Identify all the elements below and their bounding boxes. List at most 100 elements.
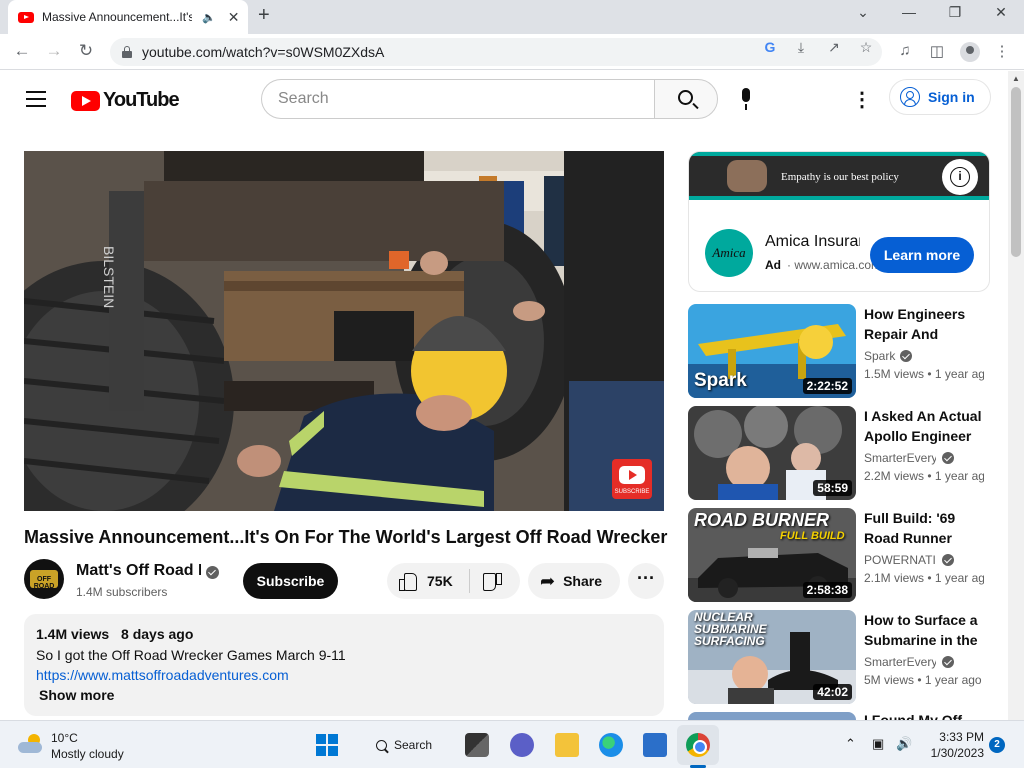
sign-in-label: Sign in bbox=[928, 89, 975, 105]
weather-icon[interactable] bbox=[18, 733, 44, 755]
ad-card[interactable]: Empathy is our best policy i Amica Amica… bbox=[688, 151, 990, 292]
volume-icon[interactable]: 🔊 bbox=[896, 736, 912, 752]
learn-more-button[interactable]: Learn more bbox=[870, 237, 974, 273]
channel-avatar[interactable]: OFF ROAD bbox=[24, 559, 64, 599]
related-video[interactable]: I Found My Off bbox=[688, 712, 1008, 720]
view-count: 1.4M views bbox=[36, 626, 110, 642]
related-title[interactable]: How Engineers Repair And Maintain bbox=[864, 304, 984, 344]
close-tab-icon[interactable]: ✕ bbox=[228, 9, 240, 26]
ad-logo[interactable]: Amica bbox=[705, 229, 753, 277]
related-video[interactable]: 58:59 I Asked An Actual Apollo Engineer … bbox=[688, 406, 1008, 500]
clock-time[interactable]: 3:33 PM bbox=[934, 730, 984, 744]
url-text[interactable]: youtube.com/watch?v=s0WSM0ZXdsA bbox=[142, 44, 384, 60]
browser-tab[interactable]: Massive Announcement...It's On For The W… bbox=[8, 0, 248, 34]
reload-icon[interactable]: ↻ bbox=[75, 41, 97, 61]
google-lens-icon[interactable]: G bbox=[760, 39, 780, 55]
restore-icon[interactable]: ❐ bbox=[945, 4, 965, 21]
related-meta: 2.1M views • 1 year ago bbox=[864, 571, 984, 585]
store-icon[interactable] bbox=[643, 733, 667, 757]
scroll-up-icon[interactable]: ▲ bbox=[1012, 74, 1020, 83]
screen: Massive Announcement...It's On For The W… bbox=[0, 0, 1024, 768]
verified-check-icon bbox=[942, 452, 954, 464]
more-actions-button[interactable]: ··· bbox=[628, 563, 664, 599]
related-thumbnail[interactable]: NUCLEAR SUBMARINE SURFACING 42:02 bbox=[688, 610, 856, 704]
related-channel[interactable]: SmarterEveryDay bbox=[864, 451, 936, 465]
chrome-icon[interactable] bbox=[686, 733, 710, 757]
youtube-logo[interactable]: YouTube bbox=[71, 89, 180, 112]
share-button[interactable]: ➦ Share bbox=[528, 563, 620, 599]
youtube-header: YouTube ⋮ Sign in bbox=[0, 71, 1008, 127]
network-icon[interactable]: ▣ bbox=[872, 736, 884, 752]
back-icon[interactable]: ← bbox=[11, 41, 33, 61]
hamburger-menu-icon[interactable] bbox=[26, 91, 46, 107]
voice-search-icon[interactable] bbox=[738, 88, 754, 112]
video-player[interactable]: BILSTEIN SUBSCRIBE bbox=[24, 151, 664, 511]
windows-start-icon[interactable] bbox=[316, 734, 338, 756]
thumbnail-overlay-text: NUCLEAR SUBMARINE SURFACING bbox=[694, 610, 767, 648]
related-thumbnail[interactable] bbox=[688, 712, 856, 720]
search-button[interactable] bbox=[654, 79, 718, 119]
verified-check-icon bbox=[900, 350, 912, 362]
related-video[interactable]: Spark 2:22:52 How Engineers Repair And M… bbox=[688, 304, 1008, 398]
task-view-icon[interactable] bbox=[465, 733, 489, 757]
ad-subline: Ad · www.amica.com bbox=[765, 258, 881, 272]
install-icon[interactable]: ⤓ bbox=[791, 39, 811, 56]
share-icon[interactable]: ↗ bbox=[824, 39, 844, 56]
related-title[interactable]: I Asked An Actual Apollo Engineer bbox=[864, 406, 984, 446]
sign-in-button[interactable]: Sign in bbox=[889, 79, 991, 115]
related-video[interactable]: ROAD BURNER FULL BUILD 2:58:38 Full Buil… bbox=[688, 508, 1008, 602]
new-tab-icon[interactable]: + bbox=[258, 4, 270, 27]
bookmark-star-icon[interactable]: ☆ bbox=[856, 39, 876, 56]
tray-chevron-icon[interactable]: ⌃ bbox=[845, 736, 856, 752]
related-channel[interactable]: SmarterEveryDay bbox=[864, 655, 936, 669]
related-thumbnail[interactable]: Spark 2:22:52 bbox=[688, 304, 856, 398]
ad-label: Ad bbox=[765, 258, 781, 272]
file-explorer-icon[interactable] bbox=[555, 733, 579, 757]
media-icon[interactable]: ♫ bbox=[895, 42, 915, 59]
like-button[interactable]: 75K bbox=[387, 563, 469, 599]
chat-icon[interactable] bbox=[510, 733, 534, 757]
minimize-icon[interactable]: — bbox=[899, 4, 919, 20]
related-channel[interactable]: Spark bbox=[864, 349, 964, 363]
page-scrollbar[interactable]: ▲ bbox=[1008, 71, 1024, 720]
related-channel[interactable]: POWERNATION bbox=[864, 553, 936, 567]
thumb-up-icon bbox=[399, 572, 417, 591]
clock-date[interactable]: 1/30/2023 bbox=[924, 746, 984, 760]
related-title[interactable]: I Found My Off bbox=[864, 712, 984, 720]
side-panel-icon[interactable]: ◫ bbox=[927, 42, 947, 60]
taskbar-search-button[interactable]: Search bbox=[364, 729, 444, 761]
related-views: 2.2M views bbox=[864, 469, 925, 483]
settings-menu-icon[interactable]: ⋮ bbox=[852, 87, 872, 112]
scroll-thumb[interactable] bbox=[1011, 87, 1021, 257]
description-box[interactable]: 1.4M views 8 days ago So I got the Off R… bbox=[24, 614, 664, 716]
tab-search-icon[interactable]: ⌄ bbox=[853, 4, 873, 21]
related-thumbnail[interactable]: ROAD BURNER FULL BUILD 2:58:38 bbox=[688, 508, 856, 602]
temperature[interactable]: 10°C bbox=[51, 731, 78, 745]
edge-icon[interactable] bbox=[599, 733, 623, 757]
ad-info-button[interactable]: i bbox=[942, 159, 978, 195]
subscribe-button[interactable]: Subscribe bbox=[243, 563, 338, 599]
lock-icon[interactable] bbox=[122, 46, 132, 58]
verified-check-icon bbox=[206, 566, 219, 579]
related-title[interactable]: How to Surface a Submarine in the Arctic bbox=[864, 610, 984, 650]
related-meta-separator: • bbox=[924, 571, 935, 585]
forward-icon[interactable]: → bbox=[43, 41, 65, 61]
channel-name[interactable]: Matt's Off Road Recovery bbox=[76, 562, 201, 580]
related-thumbnail[interactable]: 58:59 bbox=[688, 406, 856, 500]
dislike-button[interactable] bbox=[470, 563, 520, 599]
notification-badge[interactable]: 2 bbox=[989, 737, 1005, 753]
description-text: So I got the Off Road Wrecker Games Marc… bbox=[36, 647, 346, 663]
youtube-play-icon bbox=[71, 90, 100, 111]
related-video[interactable]: NUCLEAR SUBMARINE SURFACING 42:02 How to… bbox=[688, 610, 1008, 704]
description-link[interactable]: https://www.mattsoffroadadventures.com bbox=[36, 667, 652, 683]
ad-advertiser-name[interactable]: Amica Insurance bbox=[765, 233, 860, 251]
close-window-icon[interactable]: ✕ bbox=[991, 4, 1011, 21]
search-input[interactable] bbox=[261, 79, 655, 119]
show-more-button[interactable]: Show more bbox=[39, 687, 652, 703]
weather-condition[interactable]: Mostly cloudy bbox=[51, 747, 124, 761]
related-title[interactable]: Full Build: '69 Road Runner bbox=[864, 508, 984, 548]
video-duration: 42:02 bbox=[813, 684, 852, 700]
speaker-icon[interactable]: 🔈 bbox=[202, 11, 216, 24]
menu-icon[interactable]: ⋮ bbox=[992, 42, 1012, 60]
profile-icon[interactable] bbox=[960, 42, 980, 62]
